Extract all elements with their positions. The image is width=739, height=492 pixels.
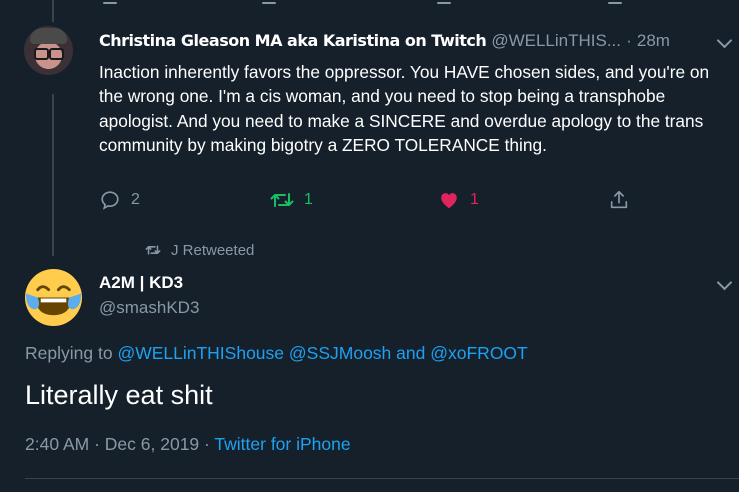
time-separator: · (626, 31, 632, 50)
retweeted-by-label: J Retweeted (171, 241, 255, 259)
like-button[interactable]: 1 (438, 188, 479, 212)
user-handle[interactable]: @smashKD3 (99, 298, 199, 318)
tweet-header: Christina Gleason MA aka Karistina on Tw… (99, 30, 670, 52)
display-name[interactable]: Christina Gleason MA aka Karistina on Tw… (99, 31, 487, 50)
mention-and[interactable]: and (396, 343, 425, 363)
heart-icon (441, 193, 457, 209)
previous-retweet-icon[interactable] (262, 2, 276, 4)
avatar[interactable] (24, 268, 83, 327)
share-button[interactable] (608, 188, 630, 212)
meta-separator: · (94, 434, 100, 454)
replying-prefix: Replying to (25, 343, 113, 363)
retweet-count: 1 (304, 191, 313, 208)
retweet-icon (145, 245, 161, 255)
mention-link[interactable]: @xoFROOT (430, 343, 528, 363)
previous-tweet-actions (0, 0, 739, 10)
replying-to: Replying to @WELLinTHIShouse @SSJMoosh a… (25, 343, 528, 364)
previous-share-icon[interactable] (608, 2, 622, 4)
thread-connector-line (52, 0, 54, 22)
previous-like-icon[interactable] (437, 2, 451, 4)
tweet-time[interactable]: 28m (637, 31, 670, 50)
display-name[interactable]: A2M | KD3 (99, 273, 183, 293)
like-count: 1 (470, 191, 479, 208)
tweet-text: Inaction inherently favors the oppressor… (99, 62, 710, 155)
mention-link[interactable]: @SSJMoosh (289, 343, 391, 363)
reply-button[interactable]: 2 (99, 188, 140, 212)
meta-separator: · (204, 434, 210, 454)
reply-count: 2 (131, 191, 140, 208)
share-icon (610, 190, 628, 209)
retweet-icon (270, 193, 294, 207)
retweet-button[interactable]: 1 (270, 188, 313, 212)
tweet-thread: Christina Gleason MA aka Karistina on Tw… (0, 0, 739, 492)
user-handle[interactable]: @WELLinTHIS... (491, 31, 621, 50)
reply-icon (101, 191, 119, 210)
tweet-time[interactable]: 2:40 AM (25, 434, 89, 454)
tweet-text: Literally eat shit (25, 380, 213, 410)
chevron-down-icon[interactable] (716, 274, 733, 291)
laughing-emoji-icon (24, 268, 83, 327)
chevron-down-icon[interactable] (716, 32, 733, 49)
avatar[interactable] (24, 26, 73, 75)
tweet-date[interactable]: Dec 6, 2019 (105, 434, 199, 454)
divider (25, 478, 739, 479)
tweet-source-link[interactable]: Twitter for iPhone (214, 434, 350, 454)
mention-link[interactable]: @WELLinTHIShouse (117, 343, 284, 363)
tweet-meta: 2:40 AM · Dec 6, 2019 · Twitter for iPho… (25, 434, 351, 455)
previous-reply-icon[interactable] (103, 2, 117, 4)
retweeted-by-row[interactable]: J Retweeted (145, 240, 254, 260)
thread-connector-line (52, 94, 54, 256)
